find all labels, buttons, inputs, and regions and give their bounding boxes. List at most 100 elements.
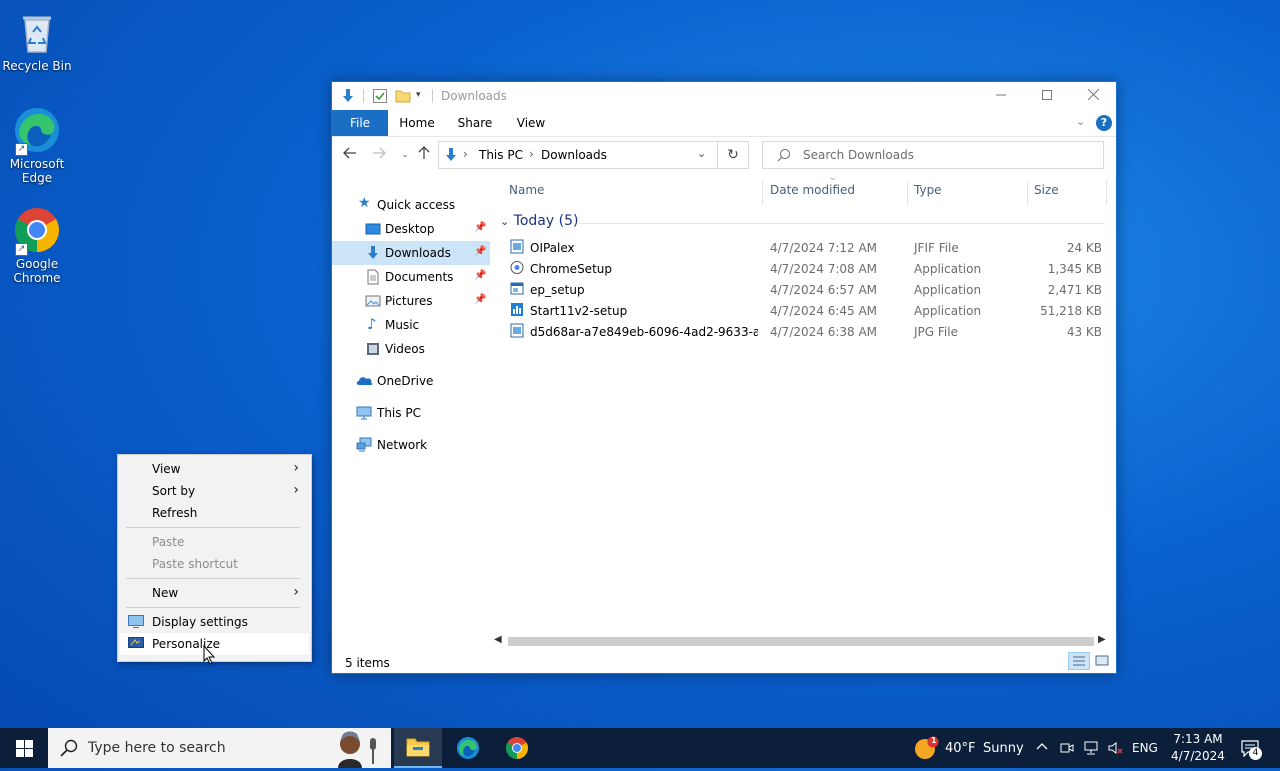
desktop-icon-recycle-bin[interactable]: Recycle Bin [1, 8, 73, 73]
search-icon [777, 148, 791, 165]
edge-icon [457, 737, 479, 759]
taskbar-file-explorer[interactable] [394, 728, 442, 768]
qat-customize-icon[interactable]: ▾ [416, 90, 421, 106]
scroll-left-arrow-icon[interactable]: ◀ [494, 634, 502, 645]
tab-home[interactable]: Home [392, 110, 442, 136]
up-button[interactable] [414, 145, 434, 165]
address-bar[interactable]: › This PC › Downloads ⌄ [438, 141, 718, 169]
expand-ribbon-icon[interactable]: ⌄ [1076, 115, 1085, 128]
file-date: 4/7/2024 6:38 AM [770, 325, 878, 339]
installer-app-icon [510, 260, 524, 275]
nav-onedrive[interactable]: OneDrive [332, 369, 490, 393]
taskbar-chrome[interactable] [493, 728, 541, 768]
refresh-button[interactable]: ↻ [718, 141, 749, 169]
menu-item-display-settings[interactable]: Display settings [120, 611, 309, 633]
group-header-today[interactable]: ⌄ Today (5) [500, 213, 578, 229]
weather-condition: Sunny [983, 741, 1024, 756]
minimize-button[interactable] [978, 82, 1024, 110]
start-button[interactable] [0, 728, 48, 768]
file-row[interactable]: ChromeSetup 4/7/2024 7:08 AM Application… [508, 258, 1108, 279]
tray-volume[interactable] [1105, 728, 1125, 768]
address-history-chevron-icon[interactable]: ⌄ [697, 147, 706, 160]
menu-label: Refresh [152, 506, 198, 520]
file-explorer-window[interactable]: ▾ Downloads File Home Share View ⌄ ? ⌄ ›… [331, 81, 1117, 674]
taskbar-edge[interactable] [444, 728, 492, 768]
action-center-button[interactable]: 4 [1234, 728, 1274, 768]
column-header-date[interactable]: Date modified [770, 183, 855, 203]
show-hidden-icons-button[interactable] [1034, 728, 1050, 768]
pin-icon: 📌 [474, 270, 487, 281]
column-header-size[interactable]: Size [1034, 183, 1059, 203]
details-view-button[interactable] [1068, 652, 1090, 670]
column-header-name[interactable]: Name [509, 183, 544, 203]
file-row[interactable]: Start11v2-setup 4/7/2024 6:45 AM Applica… [508, 300, 1108, 321]
desktop-icon-chrome[interactable]: ↗ Google Chrome [1, 206, 73, 285]
back-button[interactable] [340, 145, 360, 165]
recent-locations-dropdown[interactable]: ⌄ [395, 145, 415, 165]
nav-videos[interactable]: Videos [332, 337, 490, 361]
documents-folder-icon [365, 269, 381, 285]
menu-item-view[interactable]: View › [120, 458, 309, 480]
scroll-right-arrow-icon[interactable]: ▶ [1098, 634, 1106, 645]
tray-input-language[interactable]: ENG [1130, 728, 1160, 768]
shortcut-arrow-icon: ↗ [15, 243, 28, 256]
chrome-icon: ↗ [13, 206, 61, 256]
weather-widget[interactable]: 1 40°F Sunny [912, 728, 1024, 768]
chrome-icon [506, 737, 528, 759]
nav-music[interactable]: ♪ Music [332, 313, 490, 337]
column-header-type[interactable]: Type [914, 183, 942, 203]
personalize-icon [128, 637, 144, 653]
nav-desktop[interactable]: Desktop 📌 [332, 217, 490, 241]
column-divider[interactable] [907, 181, 908, 205]
computer-icon [356, 405, 372, 421]
column-divider[interactable] [1106, 181, 1107, 205]
tab-share[interactable]: Share [450, 110, 500, 136]
language-indicator: ENG [1132, 741, 1158, 755]
search-box[interactable]: Search Downloads [762, 141, 1104, 169]
nav-this-pc[interactable]: This PC [332, 401, 490, 425]
search-highlight-illustration-icon[interactable] [320, 728, 386, 768]
scrollbar-thumb[interactable] [508, 637, 1094, 646]
tab-file[interactable]: File [332, 110, 388, 136]
desktop-icon-edge[interactable]: ↗ Microsoft Edge [1, 106, 73, 185]
tray-clock[interactable]: 7:13 AM 4/7/2024 [1166, 728, 1230, 768]
tab-view[interactable]: View [508, 110, 554, 136]
downloads-arrow-icon [340, 88, 356, 104]
breadcrumb-downloads[interactable]: Downloads [541, 148, 607, 162]
breadcrumb-this-pc[interactable]: This PC [479, 148, 523, 162]
qat-divider [432, 89, 433, 103]
edge-icon: ↗ [13, 106, 61, 156]
tray-network[interactable] [1081, 728, 1101, 768]
nav-pictures[interactable]: Pictures 📌 [332, 289, 490, 313]
file-row[interactable]: ep_setup 4/7/2024 6:57 AM Application 2,… [508, 279, 1108, 300]
maximize-button[interactable] [1024, 82, 1070, 110]
taskbar: Type here to search 1 40°F Sunny ENG 7:1… [0, 728, 1280, 768]
new-folder-icon[interactable] [395, 88, 411, 104]
qat-divider [363, 89, 364, 103]
title-bar[interactable]: ▾ Downloads [332, 82, 1116, 110]
file-date: 4/7/2024 7:12 AM [770, 241, 878, 255]
properties-checkbox-icon[interactable] [372, 88, 388, 104]
forward-button[interactable] [369, 145, 389, 165]
menu-label: Paste [152, 535, 185, 549]
nav-network[interactable]: Network [332, 433, 490, 457]
menu-item-sort-by[interactable]: Sort by › [120, 480, 309, 502]
submenu-chevron-icon: › [293, 460, 299, 476]
column-divider[interactable] [1027, 181, 1028, 205]
column-divider[interactable] [762, 181, 763, 205]
nav-quick-access[interactable]: ★ Quick access [332, 193, 490, 217]
file-date: 4/7/2024 7:08 AM [770, 262, 878, 276]
menu-item-refresh[interactable]: Refresh [120, 502, 309, 524]
taskbar-search-box[interactable]: Type here to search [48, 728, 391, 768]
close-button[interactable] [1070, 82, 1116, 110]
nav-downloads[interactable]: Downloads 📌 [332, 241, 490, 265]
file-row[interactable]: d5d68ar-a7e849eb-6096-4ad2-9633-acf53...… [508, 321, 1108, 342]
horizontal-scrollbar[interactable]: ◀ ▶ [494, 633, 1108, 650]
menu-item-new[interactable]: New › [120, 582, 309, 604]
tray-meet-now[interactable] [1058, 728, 1076, 768]
file-name: OIPalex [530, 241, 575, 255]
nav-documents[interactable]: Documents 📌 [332, 265, 490, 289]
large-icons-view-button[interactable] [1092, 652, 1112, 670]
file-row[interactable]: OIPalex 4/7/2024 7:12 AM JFIF File 24 KB [508, 237, 1108, 258]
help-icon[interactable]: ? [1096, 115, 1112, 131]
